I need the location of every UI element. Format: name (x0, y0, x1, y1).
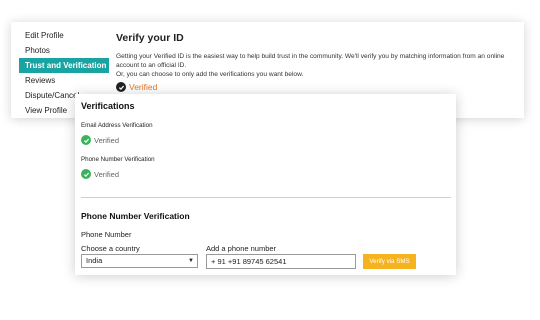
email-verified-label: Verified (94, 135, 120, 145)
id-verified-status: Verified (116, 82, 157, 92)
check-circle-icon (81, 169, 91, 179)
check-circle-icon (81, 135, 91, 145)
verify-description-line-1: Getting your Verified ID is the easiest … (116, 53, 505, 69)
phone-verification-label: Phone Number Verification (81, 156, 155, 163)
check-circle-icon (116, 82, 126, 92)
phone-verification-title: Phone Number Verification (81, 211, 190, 221)
id-verified-label: Verified (129, 82, 158, 92)
sidebar-item-photos[interactable]: Photos (19, 43, 109, 58)
sidebar-item-edit-profile[interactable]: Edit Profile (19, 28, 109, 43)
sidebar-item-reviews[interactable]: Reviews (19, 73, 109, 88)
country-select[interactable]: India ▼ (81, 254, 198, 268)
email-verification-status: Verified (81, 135, 119, 145)
sidebar-item-trust-verification[interactable]: Trust and Verification (19, 58, 109, 73)
verify-via-sms-button[interactable]: Verify via SMS (363, 254, 416, 269)
phone-number-input[interactable] (206, 254, 356, 269)
page-title: Verify your ID (116, 32, 184, 44)
verify-description-line-2: Or, you can choose to only add the verif… (116, 71, 304, 78)
country-select-value: India (86, 256, 103, 265)
verifications-card: Verifications Email Address Verification… (75, 94, 456, 275)
phone-label: Add a phone number (206, 244, 277, 253)
chevron-down-icon: ▼ (188, 258, 194, 264)
country-label: Choose a country (81, 244, 140, 253)
section-divider (81, 197, 451, 198)
phone-verification-status: Verified (81, 169, 119, 179)
email-verification-label: Email Address Verification (81, 122, 153, 129)
verify-description: Getting your Verified ID is the easiest … (116, 52, 516, 79)
phone-number-subtitle: Phone Number (81, 230, 132, 239)
verifications-title: Verifications (81, 101, 135, 111)
phone-verified-label: Verified (94, 169, 120, 179)
